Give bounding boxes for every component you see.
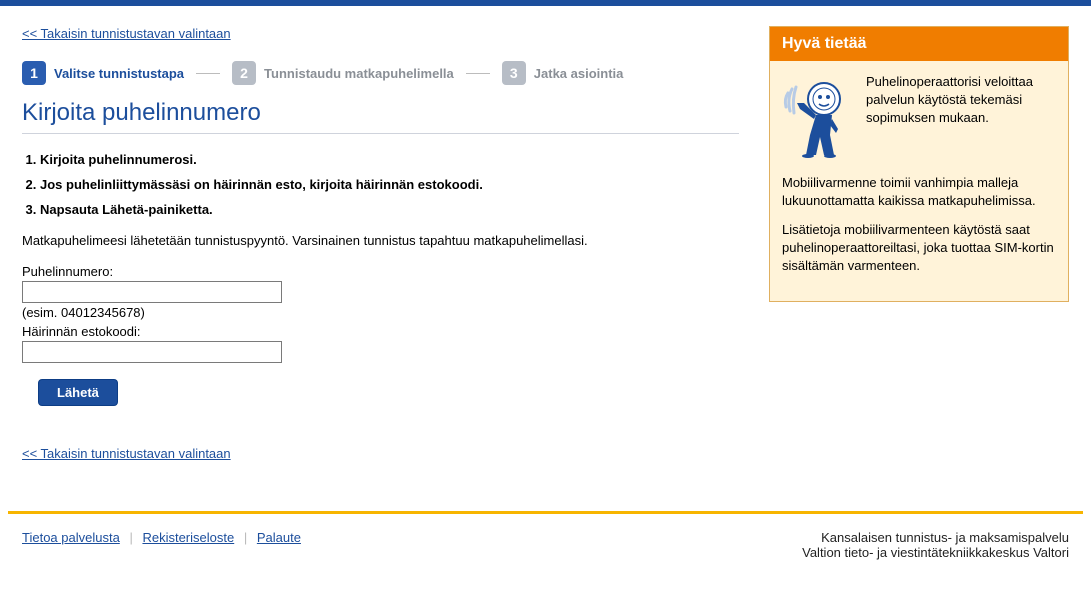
step-1: 1 Valitse tunnistustapa xyxy=(22,61,184,85)
submit-button[interactable]: Lähetä xyxy=(38,379,118,406)
info-paragraph-3: Lisätietoja mobiilivarmenteen käytöstä s… xyxy=(782,221,1056,276)
footer-service-name: Kansalaisen tunnistus- ja maksamispalvel… xyxy=(802,530,1069,545)
footer-link-about[interactable]: Tietoa palvelusta xyxy=(22,530,120,545)
footer-right: Kansalaisen tunnistus- ja maksamispalvel… xyxy=(802,530,1069,560)
step-3: 3 Jatka asiointia xyxy=(502,61,624,85)
info-mascot-icon xyxy=(782,73,856,164)
phone-label: Puhelinnumero: xyxy=(22,264,739,279)
footer-org-name: Valtion tieto- ja viestintätekniikkakesk… xyxy=(802,545,1069,560)
step-divider xyxy=(196,73,220,74)
description-text: Matkapuhelimeesi lähetetään tunnistuspyy… xyxy=(22,233,739,248)
progress-steps: 1 Valitse tunnistustapa 2 Tunnistaudu ma… xyxy=(22,61,739,85)
info-box-title: Hyvä tietää xyxy=(770,27,1068,61)
info-paragraph-2: Mobiilivarmenne toimii vanhimpia malleja… xyxy=(782,174,1056,210)
step-3-label: Jatka asiointia xyxy=(534,66,624,81)
info-paragraph-1: Puhelinoperaattorisi veloittaa palvelun … xyxy=(866,73,1056,128)
footer: Tietoa palvelusta | Rekisteriseloste | P… xyxy=(0,514,1091,576)
block-code-label: Häirinnän estokoodi: xyxy=(22,324,739,339)
step-1-number: 1 xyxy=(22,61,46,85)
footer-link-registry[interactable]: Rekisteriseloste xyxy=(142,530,234,545)
phone-input[interactable] xyxy=(22,281,282,303)
step-1-label: Valitse tunnistustapa xyxy=(54,66,184,81)
footer-links: Tietoa palvelusta | Rekisteriseloste | P… xyxy=(22,530,301,560)
footer-separator: | xyxy=(129,530,132,545)
footer-separator: | xyxy=(244,530,247,545)
sidebar: Hyvä tietää xyxy=(769,26,1069,481)
instruction-item: Napsauta Lähetä-painiketta. xyxy=(40,202,739,217)
footer-link-feedback[interactable]: Palaute xyxy=(257,530,301,545)
step-2-label: Tunnistaudu matkapuhelimella xyxy=(264,66,454,81)
page-title: Kirjoita puhelinnumero xyxy=(22,99,739,134)
instruction-item: Jos puhelinliittymässäsi on häirinnän es… xyxy=(40,177,739,192)
instruction-item: Kirjoita puhelinnumerosi. xyxy=(40,152,739,167)
step-2: 2 Tunnistaudu matkapuhelimella xyxy=(232,61,454,85)
info-box: Hyvä tietää xyxy=(769,26,1069,302)
instructions-list: Kirjoita puhelinnumerosi. Jos puhelinlii… xyxy=(40,152,739,217)
main-content: << Takaisin tunnistustavan valintaan 1 V… xyxy=(22,26,739,481)
step-divider xyxy=(466,73,490,74)
back-link-top[interactable]: << Takaisin tunnistustavan valintaan xyxy=(22,26,231,41)
block-code-input[interactable] xyxy=(22,341,282,363)
step-2-number: 2 xyxy=(232,61,256,85)
info-box-body: Puhelinoperaattorisi veloittaa palvelun … xyxy=(770,61,1068,301)
phone-example: (esim. 04012345678) xyxy=(22,305,739,320)
back-link-bottom[interactable]: << Takaisin tunnistustavan valintaan xyxy=(22,446,231,461)
step-3-number: 3 xyxy=(502,61,526,85)
